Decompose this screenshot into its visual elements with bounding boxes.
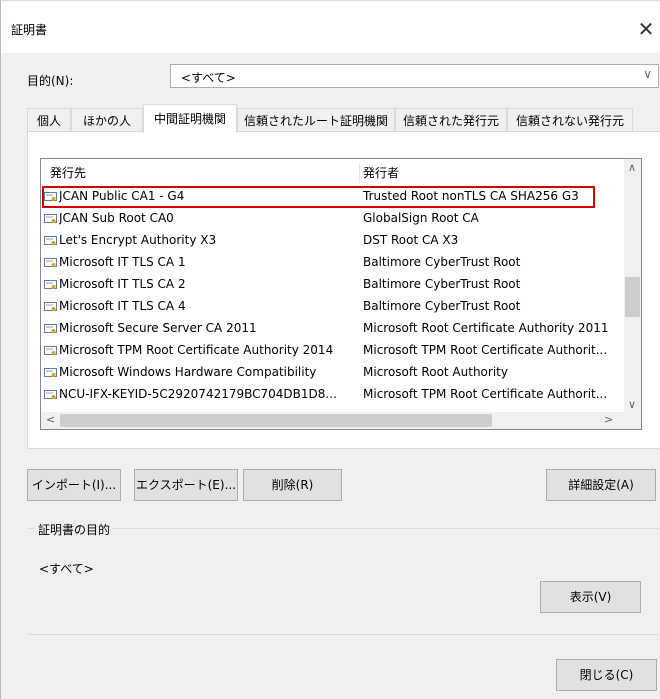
certificate-list[interactable]: 発行先 発行者 JCAN Public CA1 - G4 Trusted Roo…	[40, 158, 642, 430]
issued-by-cell: DST Root CA X3	[363, 233, 459, 247]
issued-by-cell: Microsoft Root Certificate Authority 201…	[363, 321, 609, 335]
close-icon[interactable]: ✕	[631, 14, 660, 44]
scroll-up-icon[interactable]: ∧	[628, 161, 636, 174]
issued-to-cell: JCAN Public CA1 - G4	[59, 189, 185, 203]
import-button[interactable]: インポート(I)...	[27, 469, 121, 501]
certificate-icon	[44, 258, 57, 267]
tab-personal[interactable]: 個人	[27, 108, 71, 132]
issued-to-cell: Microsoft IT TLS CA 4	[59, 299, 186, 313]
purpose-select[interactable]: <すべて> ∨	[170, 64, 659, 88]
issued-by-cell: Baltimore CyberTrust Root	[363, 299, 521, 313]
vertical-scroll-thumb[interactable]	[625, 277, 640, 317]
close-button[interactable]: 閉じる(C)	[556, 659, 657, 691]
certificate-icon	[44, 390, 57, 399]
table-row[interactable]: Microsoft IT TLS CA 4 Baltimore CyberTru…	[41, 296, 621, 318]
column-header-issued-to[interactable]: 発行先	[50, 163, 86, 183]
scroll-down-icon[interactable]: ∨	[628, 398, 636, 411]
tab-other-people[interactable]: ほかの人	[71, 108, 143, 132]
certificate-icon	[44, 236, 57, 245]
issued-to-cell: Microsoft Windows Hardware Compatibility	[59, 365, 317, 379]
certificate-icon	[44, 368, 57, 377]
tab-panel: 発行先 発行者 JCAN Public CA1 - G4 Trusted Roo…	[27, 131, 660, 449]
purpose-select-value: <すべて>	[181, 71, 236, 85]
issued-by-cell: Microsoft Root Authority	[363, 365, 508, 379]
issued-to-cell: Microsoft IT TLS CA 1	[59, 255, 186, 269]
certificate-purpose-value: <すべて>	[39, 562, 94, 576]
window-title: 証明書	[11, 23, 48, 37]
delete-button[interactable]: 削除(R)	[243, 469, 342, 501]
table-row[interactable]: JCAN Sub Root CA0 GlobalSign Root CA	[41, 208, 621, 230]
scroll-left-icon[interactable]: <	[46, 413, 55, 426]
export-button[interactable]: エクスポート(E)...	[134, 469, 238, 501]
issued-to-cell: Microsoft TPM Root Certificate Authority…	[59, 343, 334, 357]
certificate-icon	[44, 192, 57, 201]
certificate-icon	[44, 214, 57, 223]
table-row[interactable]: Microsoft Secure Server CA 2011 Microsof…	[41, 318, 621, 340]
certificate-icon	[44, 324, 57, 333]
issued-by-cell: GlobalSign Root CA	[363, 211, 479, 225]
column-divider	[359, 163, 360, 183]
certificate-icon	[44, 302, 57, 311]
issued-to-cell: NCU-IFX-KEYID-5C2920742179BC704DB1D8...	[59, 387, 337, 401]
issued-to-cell: JCAN Sub Root CA0	[59, 211, 174, 225]
issued-by-cell: Baltimore CyberTrust Root	[363, 255, 521, 269]
issued-by-cell: Baltimore CyberTrust Root	[363, 277, 521, 291]
table-row[interactable]: Microsoft IT TLS CA 1 Baltimore CyberTru…	[41, 252, 621, 274]
vertical-scrollbar[interactable]: ∧ ∨	[624, 159, 641, 413]
issued-to-cell: Let's Encrypt Authority X3	[59, 233, 217, 247]
table-row[interactable]: Let's Encrypt Authority X3 DST Root CA X…	[41, 230, 621, 252]
purpose-label: 目的(N):	[27, 74, 74, 88]
tab-trusted-root-ca[interactable]: 信頼されたルート証明機関	[237, 108, 395, 132]
issued-by-cell: Microsoft TPM Root Certificate Authorit.…	[363, 343, 608, 357]
advanced-button[interactable]: 詳細設定(A)	[546, 469, 656, 501]
title-bar: 証明書 ✕	[1, 1, 660, 53]
tab-trusted-publishers[interactable]: 信頼された発行元	[395, 108, 507, 132]
horizontal-scrollbar[interactable]: < >	[41, 412, 641, 429]
scroll-right-icon[interactable]: >	[604, 413, 613, 426]
table-row[interactable]: JCAN Public CA1 - G4 Trusted Root nonTLS…	[41, 186, 621, 208]
issued-to-cell: Microsoft IT TLS CA 2	[59, 277, 186, 291]
tab-intermediate-ca[interactable]: 中間証明機関	[143, 104, 237, 133]
table-row[interactable]: Microsoft Windows Hardware Compatibility…	[41, 362, 621, 384]
horizontal-scroll-thumb[interactable]	[60, 414, 492, 427]
certificate-icon	[44, 346, 57, 355]
issued-to-cell: Microsoft Secure Server CA 2011	[59, 321, 257, 335]
certificate-purpose-title: 証明書の目的	[36, 521, 113, 538]
table-row[interactable]: NCU-IFX-KEYID-5C2920742179BC704DB1D8... …	[41, 384, 621, 406]
column-header-issued-by[interactable]: 発行者	[363, 163, 399, 183]
view-button[interactable]: 表示(V)	[540, 581, 641, 613]
table-row[interactable]: Microsoft TPM Root Certificate Authority…	[41, 340, 621, 362]
certificates-dialog: 証明書 ✕ 目的(N): <すべて> ∨ 個人 ほかの人 中間証明機関 信頼され…	[0, 0, 660, 699]
issued-by-cell: Microsoft TPM Root Certificate Authorit.…	[363, 387, 608, 401]
table-row[interactable]: Microsoft IT TLS CA 2 Baltimore CyberTru…	[41, 274, 621, 296]
chevron-down-icon: ∨	[643, 67, 652, 81]
certificate-icon	[44, 280, 57, 289]
issued-by-cell: Trusted Root nonTLS CA SHA256 G3	[363, 189, 579, 203]
tab-untrusted-publishers[interactable]: 信頼されない発行元	[507, 108, 633, 132]
